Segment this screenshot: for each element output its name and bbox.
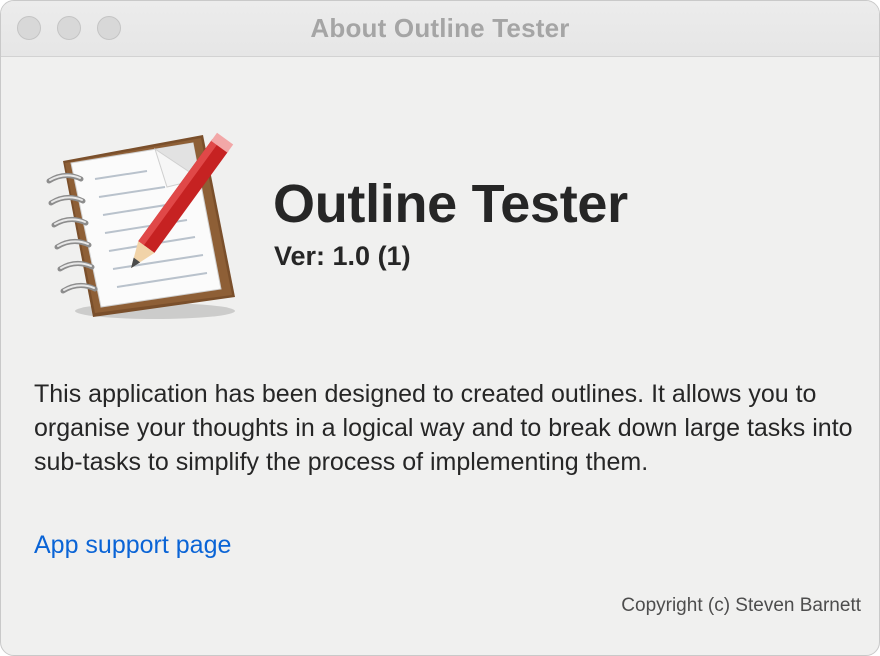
app-description: This application has been designed to cr…	[34, 380, 853, 476]
app-version: Ver: 1.0 (1)	[274, 241, 411, 271]
about-window: About Outline Tester Outline Tester Ver:…	[0, 0, 880, 656]
notepad-pencil-icon	[46, 132, 235, 319]
window-title: About Outline Tester	[310, 13, 570, 43]
title-bar[interactable]: About Outline Tester	[1, 1, 879, 57]
app-name: Outline Tester	[273, 174, 628, 234]
copyright-text: Copyright (c) Steven Barnett	[621, 595, 861, 616]
app-support-link[interactable]: App support page	[34, 531, 231, 560]
